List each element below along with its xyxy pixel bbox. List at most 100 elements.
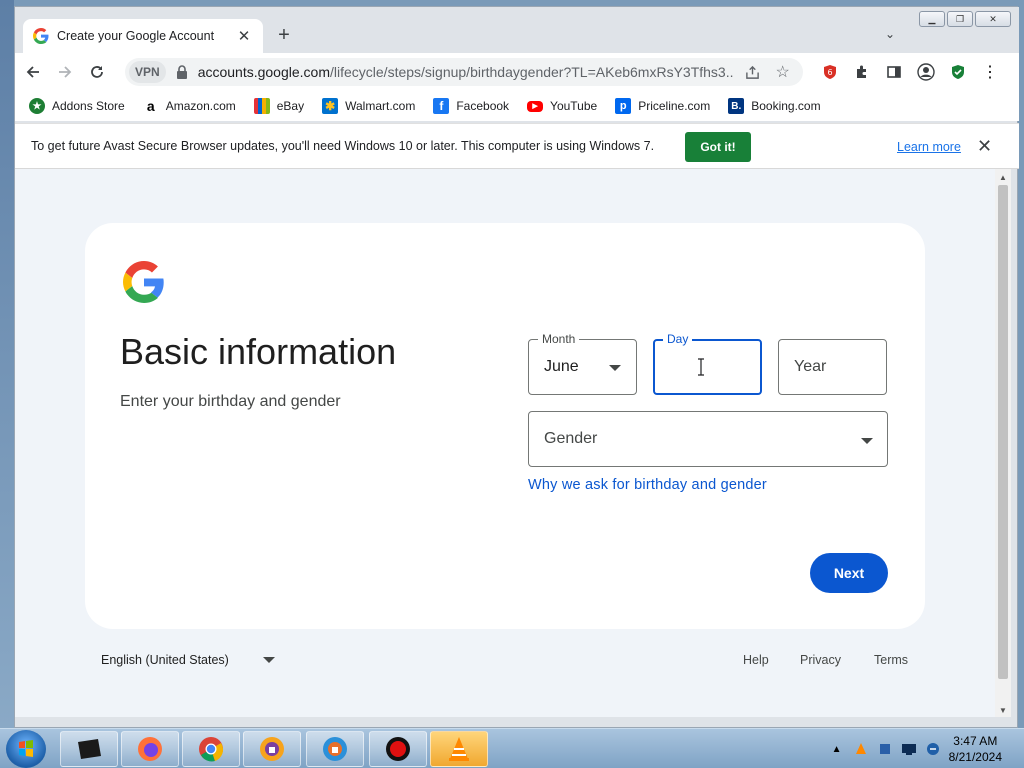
record-icon [386, 737, 410, 761]
clock-time: 3:47 AM [953, 734, 998, 748]
avast-shield-extension-icon[interactable]: 6 [819, 61, 841, 83]
bookmark-label: Booking.com [751, 99, 821, 113]
scrollbar-thumb[interactable] [998, 185, 1008, 679]
bookmark-label: Facebook [456, 99, 510, 113]
gender-dropdown-arrow-icon [861, 438, 873, 444]
day-label: Day [663, 332, 693, 346]
back-arrow-icon[interactable] [19, 58, 47, 86]
vlc-icon [449, 737, 469, 761]
taskbar-app-avast-secure-browser[interactable] [243, 731, 301, 767]
bookmark-addons-store[interactable]: ★ Addons Store [29, 98, 125, 114]
system-tray: ▲ 3:47 AM 8/21/2024 [829, 729, 1024, 768]
browser-window: Create your Google Account ✕ + ⌄ ▁ ❐ ✕ V… [14, 6, 1019, 728]
forward-arrow-icon[interactable] [51, 58, 79, 86]
booking-icon: B. [728, 98, 745, 114]
taskbar-app-firefox[interactable] [121, 731, 179, 767]
bookmark-priceline[interactable]: p Priceline.com [615, 98, 710, 114]
bookmark-label: YouTube [550, 99, 598, 113]
new-tab-icon[interactable]: + [273, 25, 295, 47]
page-scrollbar[interactable]: ▲ ▼ [995, 169, 1011, 717]
language-label: English (United States) [101, 653, 229, 667]
google-logo-icon [123, 261, 164, 303]
bookmark-amazon[interactable]: a Amazon.com [143, 98, 236, 114]
facebook-icon: f [433, 98, 450, 114]
url-host: accounts.google.com [197, 64, 330, 80]
restore-button[interactable]: ❐ [947, 11, 973, 27]
vpn-button[interactable]: VPN [129, 61, 166, 83]
chrome-icon [199, 737, 224, 762]
bookmark-walmart[interactable]: ✱ Walmart.com [322, 98, 415, 114]
year-input[interactable]: Year [778, 339, 887, 395]
clock-date: 8/21/2024 [948, 750, 1002, 764]
url-path: /lifecycle/steps/signup/birthdaygender?T… [330, 64, 734, 80]
text-cursor-icon [698, 358, 704, 376]
minimize-button[interactable]: ▁ [919, 11, 945, 27]
scroll-down-arrow-icon[interactable]: ▼ [999, 706, 1007, 715]
url-text[interactable]: accounts.google.com/lifecycle/steps/sign… [198, 64, 734, 80]
browser-toolbar: VPN accounts.google.com/lifecycle/steps/… [15, 53, 1019, 91]
privacy-link[interactable]: Privacy [800, 653, 841, 667]
network-tray-icon[interactable] [901, 741, 917, 757]
taskbar-app-terminal[interactable] [60, 731, 118, 767]
bookmark-label: Addons Store [52, 99, 125, 113]
security-tray-icon[interactable] [877, 741, 893, 757]
security-check-icon[interactable] [947, 61, 969, 83]
bookmark-label: Priceline.com [638, 99, 711, 113]
infobar-message: To get future Avast Secure Browser updat… [31, 139, 655, 153]
window-close-button[interactable]: ✕ [975, 11, 1011, 27]
tab-title: Create your Google Account [57, 29, 215, 43]
windows-taskbar: ▲ 3:47 AM 8/21/2024 [0, 728, 1024, 768]
lock-icon[interactable] [176, 65, 188, 79]
vlc-tray-icon[interactable] [853, 741, 869, 757]
avast-browser-icon [260, 737, 284, 761]
got-it-button[interactable]: Got it! [685, 132, 751, 162]
terms-link[interactable]: Terms [874, 653, 908, 667]
google-favicon-icon [33, 28, 49, 44]
taskbar-app-vlc[interactable] [430, 731, 488, 767]
profile-avatar-icon[interactable] [915, 61, 937, 83]
share-icon[interactable] [742, 61, 764, 83]
address-bar[interactable]: VPN accounts.google.com/lifecycle/steps/… [125, 58, 803, 86]
terminal-app-icon [78, 739, 101, 759]
learn-more-link[interactable]: Learn more [897, 140, 961, 154]
desktop-background [0, 0, 14, 728]
scroll-up-arrow-icon[interactable]: ▲ [999, 173, 1007, 182]
start-button[interactable] [6, 730, 46, 768]
bookmarks-bar: ★ Addons Store a Amazon.com eBay ✱ Walma… [15, 91, 1019, 121]
extensions-puzzle-icon[interactable] [851, 61, 873, 83]
tab-create-account[interactable]: Create your Google Account ✕ [23, 19, 263, 53]
help-link[interactable]: Help [743, 653, 769, 667]
bookmark-label: Amazon.com [165, 99, 236, 113]
priceline-icon: p [615, 98, 632, 114]
window-controls: ▁ ❐ ✕ [919, 11, 1011, 27]
bookmark-youtube[interactable]: ▶ YouTube [527, 99, 597, 113]
month-select[interactable]: Month June [528, 332, 637, 395]
page-content: Basic information Enter your birthday an… [15, 169, 995, 717]
tab-close-icon[interactable]: ✕ [235, 27, 253, 45]
next-button[interactable]: Next [810, 553, 888, 593]
gender-placeholder: Gender [544, 430, 598, 447]
taskbar-app-recorder[interactable] [369, 731, 427, 767]
bookmark-facebook[interactable]: f Facebook [433, 98, 509, 114]
reload-icon[interactable] [83, 58, 111, 86]
infobar-close-icon[interactable]: ✕ [977, 136, 992, 157]
menu-kebab-icon[interactable]: ⋮ [979, 61, 1001, 83]
day-input[interactable]: Day [653, 332, 762, 395]
side-panel-icon[interactable] [883, 61, 905, 83]
show-hidden-icons-icon[interactable]: ▲ [829, 741, 845, 757]
bookmark-booking[interactable]: B. Booking.com [728, 98, 821, 114]
tab-strip: Create your Google Account ✕ + ⌄ ▁ ❐ ✕ [15, 7, 1019, 53]
page-subtitle: Enter your birthday and gender [120, 393, 341, 410]
taskbar-app-chrome[interactable] [182, 731, 240, 767]
why-birthday-gender-link[interactable]: Why we ask for birthday and gender [528, 477, 767, 493]
tab-search-chevron-icon[interactable]: ⌄ [885, 27, 895, 41]
volume-tray-icon[interactable] [925, 741, 941, 757]
language-selector[interactable]: English (United States) [101, 653, 275, 667]
bookmark-star-icon[interactable]: ☆ [772, 61, 794, 83]
bookmark-ebay[interactable]: eBay [253, 98, 304, 114]
taskbar-app-avast-secure-browser-active[interactable] [306, 731, 364, 767]
gender-select[interactable]: Gender [528, 411, 888, 467]
firefox-icon [138, 737, 162, 761]
system-clock[interactable]: 3:47 AM 8/21/2024 [949, 733, 1002, 765]
ebay-icon [253, 98, 270, 114]
